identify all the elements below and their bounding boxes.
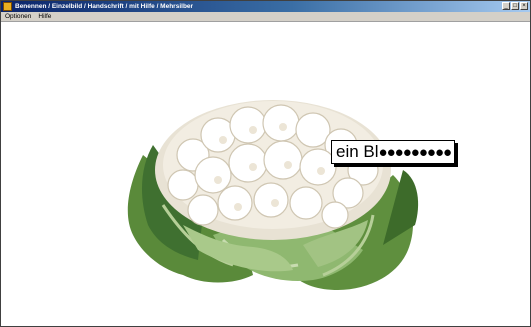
minimize-button[interactable]: _ — [502, 2, 510, 10]
window-title: Benennen / Einzelbild / Handschrift / mi… — [15, 3, 194, 10]
answer-input[interactable]: ein Bl ●●●●●●●●● — [331, 140, 455, 164]
menu-bar: Optionen Hilfe — [1, 12, 530, 22]
exercise-canvas: ein Bl ●●●●●●●●● — [5, 23, 528, 325]
menu-hilfe[interactable]: Hilfe — [38, 12, 51, 22]
application-window: Benennen / Einzelbild / Handschrift / mi… — [0, 0, 531, 327]
app-icon — [3, 2, 12, 11]
answer-typed-text: ein Bl — [336, 142, 379, 161]
close-button[interactable]: × — [520, 2, 528, 10]
answer-hidden-letters: ●●●●●●●●● — [378, 143, 453, 161]
window-controls: _ □ × — [502, 2, 528, 10]
maximize-button[interactable]: □ — [511, 2, 519, 10]
cauliflower-image — [127, 100, 419, 290]
title-bar[interactable]: Benennen / Einzelbild / Handschrift / mi… — [1, 1, 530, 12]
menu-optionen[interactable]: Optionen — [5, 12, 31, 22]
